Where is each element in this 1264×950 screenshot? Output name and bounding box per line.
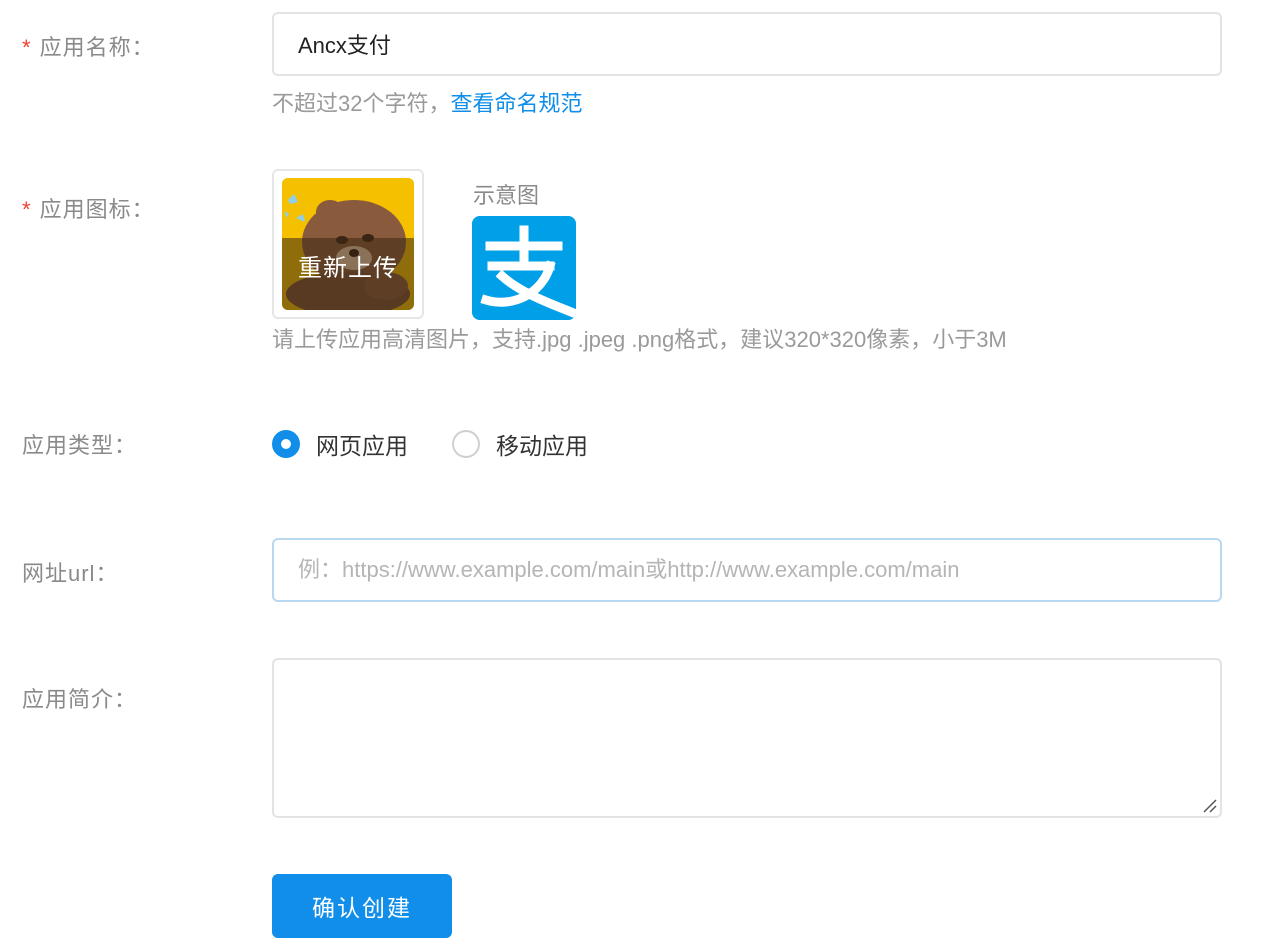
radio-web-app[interactable]: 网页应用 [272,428,408,460]
app-icon-label: * 应用图标： [22,197,155,222]
app-type-label: 应用类型： [22,433,138,458]
app-name-label: * 应用名称： [22,35,155,60]
uploaded-bear-image: 重新上传 [282,178,414,310]
app-name-hint: 不超过32个字符，查看命名规范 [272,91,583,116]
url-label: 网址url： [22,561,119,586]
intro-label: 应用简介： [22,687,138,712]
radio-checked-icon [272,430,300,458]
sample-label: 示意图 [473,183,540,208]
intro-textarea[interactable] [272,658,1222,818]
confirm-create-button[interactable]: 确认创建 [272,874,452,938]
naming-rules-link[interactable]: 查看命名规范 [450,91,582,116]
alipay-logo-icon [472,216,576,320]
resize-grip-icon[interactable] [1200,796,1218,814]
radio-unchecked-icon [452,430,480,458]
icon-upload-button[interactable]: 重新上传 [272,169,424,319]
create-app-form: *应用名称： 不超过32个字符，查看命名规范 *应用图标： [0,0,1264,950]
url-input[interactable] [272,538,1222,602]
app-name-input[interactable] [272,12,1222,76]
reupload-label: 重新上传 [298,255,398,282]
required-mark: * [22,197,32,222]
required-mark: * [22,35,32,60]
radio-mobile-app[interactable]: 移动应用 [452,428,588,460]
app-icon-hint: 请上传应用高清图片，支持.jpg .jpeg .png格式，建议320*320像… [272,327,1007,352]
